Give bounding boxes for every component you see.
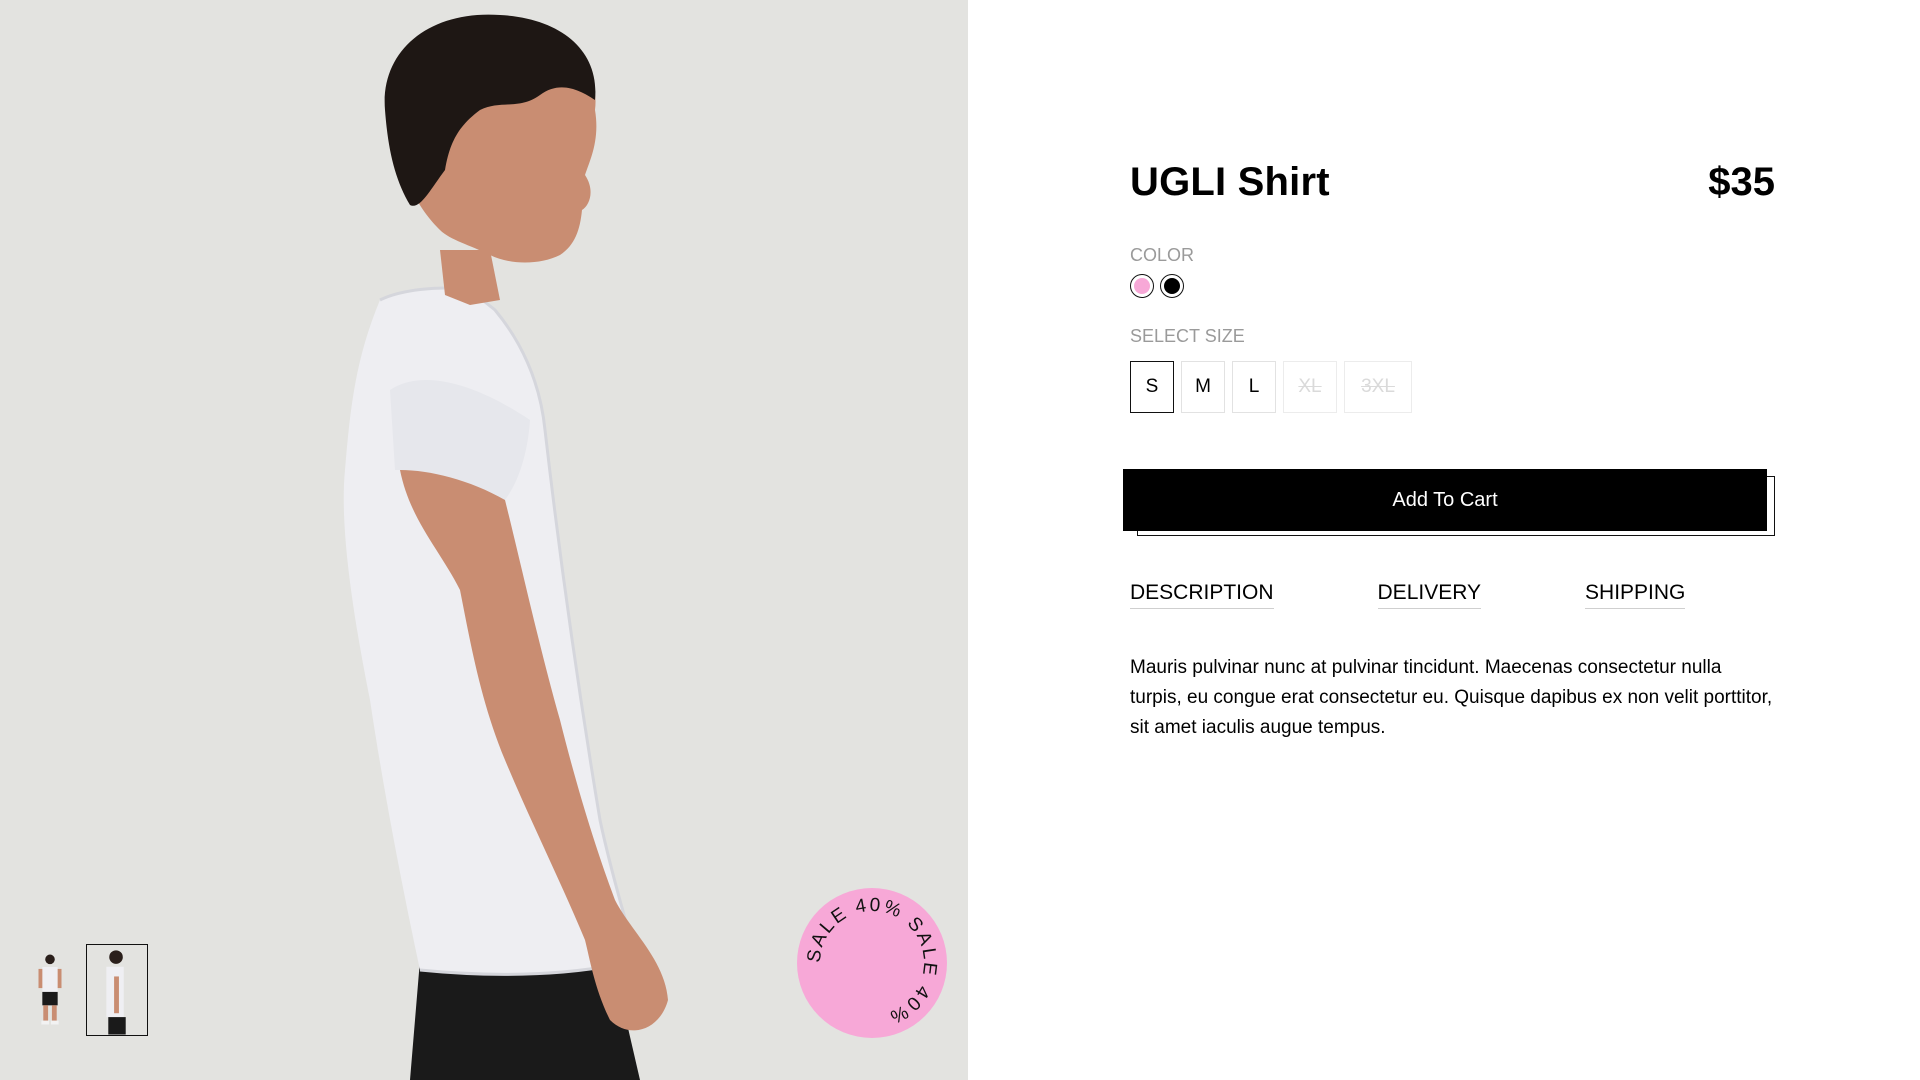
size-option-m[interactable]: M <box>1181 361 1225 413</box>
thumbnail-front-image <box>27 945 73 1035</box>
thumbnail-front[interactable] <box>26 944 74 1036</box>
add-to-cart-button[interactable]: Add To Cart <box>1123 469 1767 531</box>
color-swatches <box>1130 274 1775 298</box>
tab-shipping[interactable]: SHIPPING <box>1585 581 1686 609</box>
sale-badge: SALE 40% SALE 40% <box>797 888 947 1038</box>
thumbnail-side[interactable] <box>86 944 148 1036</box>
info-tabs: DESCRIPTION DELIVERY SHIPPING <box>1130 581 1775 609</box>
product-title: UGLI Shirt <box>1130 160 1330 204</box>
size-options: S M L XL 3XL <box>1130 361 1775 413</box>
size-option-s[interactable]: S <box>1130 361 1174 413</box>
sale-badge-text: SALE 40% SALE 40% <box>804 895 941 1028</box>
product-page: SALE 40% SALE 40% UGLI Shirt $35 COLOR S… <box>0 0 1920 1080</box>
color-swatch-pink-dot <box>1134 278 1150 294</box>
title-row: UGLI Shirt $35 <box>1130 160 1775 205</box>
product-details: UGLI Shirt $35 COLOR SELECT SIZE S M L X… <box>1123 160 1775 762</box>
size-option-xl[interactable]: XL <box>1283 361 1337 413</box>
sale-badge-ring: SALE 40% SALE 40% <box>804 895 941 1028</box>
product-gallery: SALE 40% SALE 40% <box>0 0 968 1080</box>
product-description: Mauris pulvinar nunc at pulvinar tincidu… <box>1130 657 1773 738</box>
color-swatch-pink[interactable] <box>1130 274 1154 298</box>
add-to-cart-wrap: Add To Cart <box>1123 469 1775 537</box>
tab-delivery[interactable]: DELIVERY <box>1377 581 1482 609</box>
tab-description[interactable]: DESCRIPTION <box>1130 581 1274 609</box>
color-swatch-black-dot <box>1164 278 1180 294</box>
size-label: SELECT SIZE <box>1130 326 1245 346</box>
product-price: $35 <box>1708 160 1775 204</box>
size-option-3xl[interactable]: 3XL <box>1344 361 1412 413</box>
color-swatch-black[interactable] <box>1160 274 1184 298</box>
color-label: COLOR <box>1130 245 1195 265</box>
thumbnail-strip <box>26 944 148 1036</box>
size-option-l[interactable]: L <box>1232 361 1276 413</box>
thumbnail-side-image <box>87 945 147 1035</box>
